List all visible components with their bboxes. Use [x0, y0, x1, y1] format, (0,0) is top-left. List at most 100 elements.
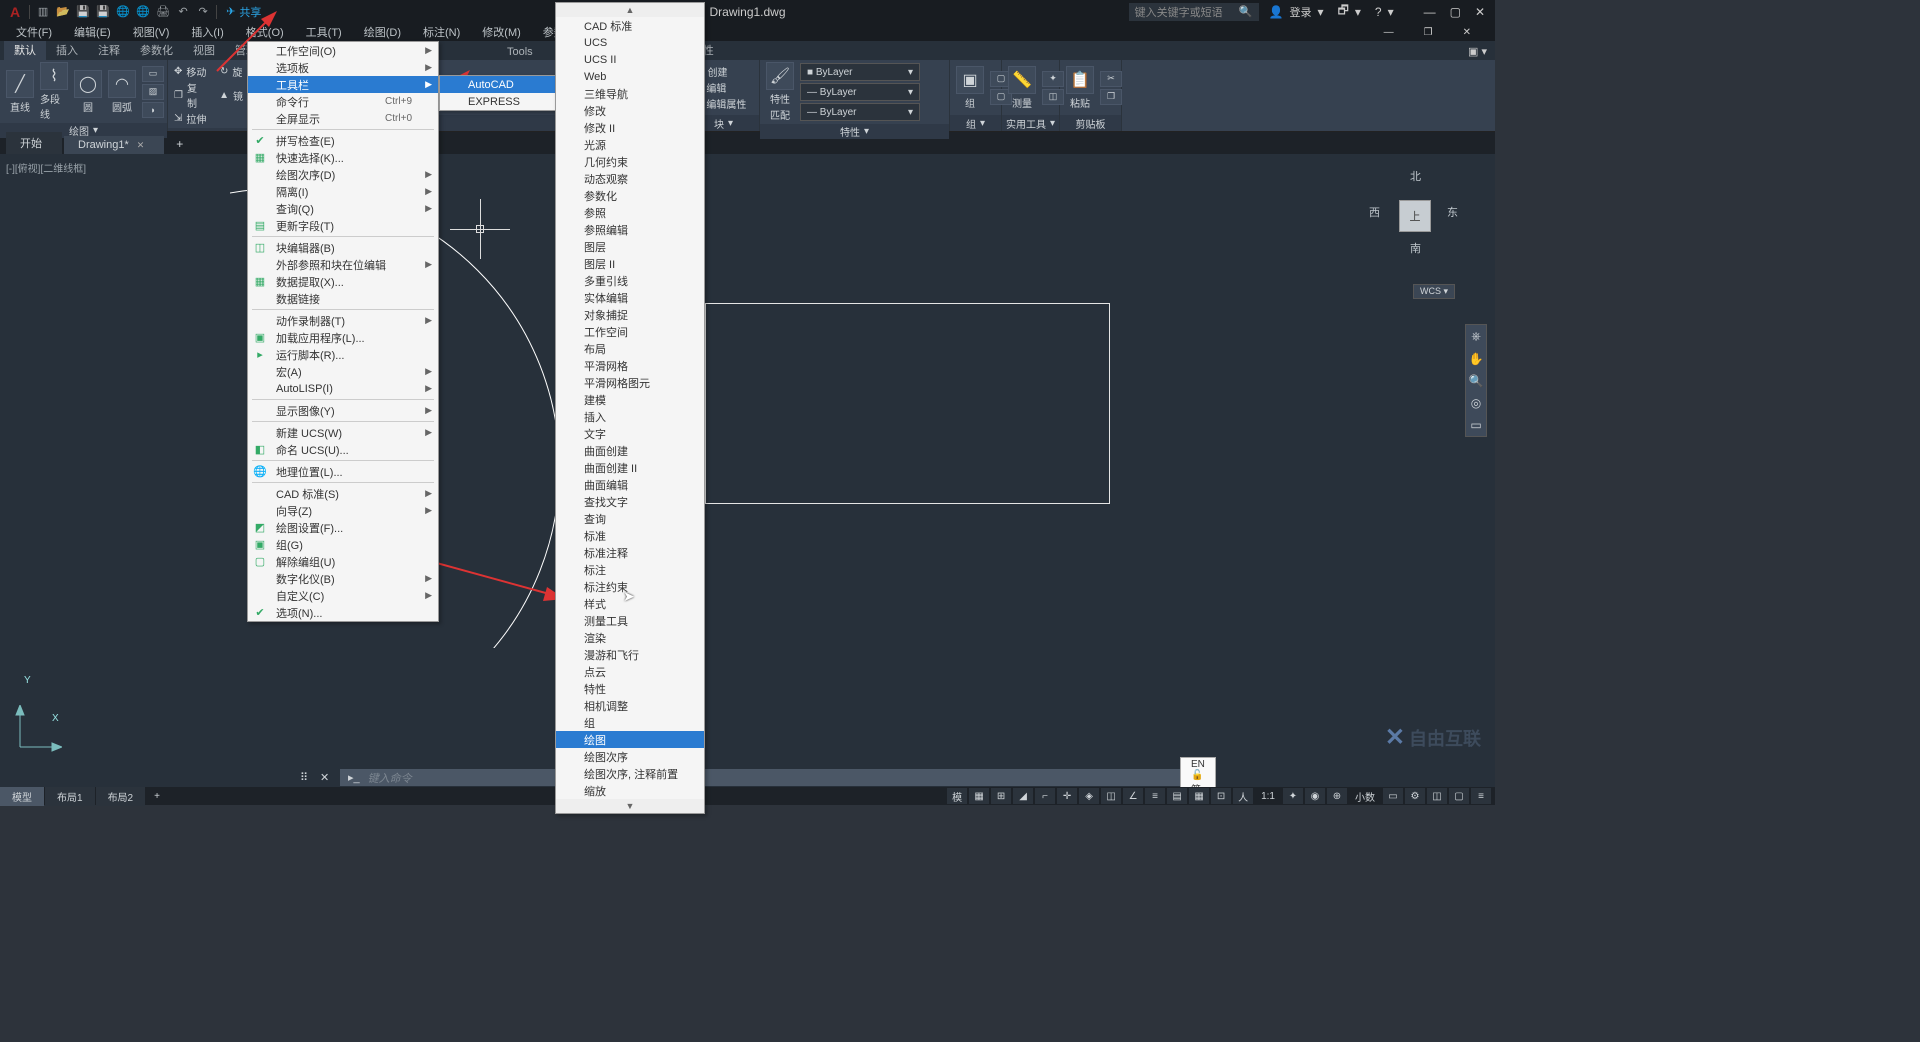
layout-add-button[interactable]: + [146, 789, 168, 804]
viewcube[interactable]: 上 北 南 西 东 [1365, 164, 1465, 264]
cmd-hatch[interactable]: ▨ [142, 84, 164, 100]
clean-toggle[interactable]: ▢ [1449, 788, 1469, 804]
toolbar-list-item[interactable]: 标准 [556, 527, 704, 544]
tpy-toggle[interactable]: ▤ [1167, 788, 1187, 804]
toolbar-list-item[interactable]: 动态观察 [556, 170, 704, 187]
command-input[interactable]: ▸_ 键入命令 [340, 769, 1180, 786]
menu-format[interactable]: 格式(O) [236, 23, 294, 41]
tools-menu-item[interactable]: ✔拼写检查(E) [248, 132, 438, 149]
toolbar-list-item[interactable]: 曲面创建 II [556, 459, 704, 476]
units-label[interactable]: 小数 [1349, 789, 1381, 804]
menu-draw[interactable]: 绘图(D) [354, 23, 411, 41]
toolbar-list-item[interactable]: UCS [556, 34, 704, 51]
toolbar-list-item[interactable]: 查找文字 [556, 493, 704, 510]
toolbar-list-item[interactable]: 参数化 [556, 187, 704, 204]
toolbar-list-item[interactable]: 漫游和飞行 [556, 646, 704, 663]
chevron-down-icon[interactable]: ▾ [1050, 118, 1055, 129]
tools-menu-item[interactable]: 工作空间(O)▶ [248, 42, 438, 59]
polar-toggle[interactable]: ✛ [1057, 788, 1077, 804]
cmd-handle-icon[interactable]: ⠿ [300, 771, 308, 784]
lineweight-combo[interactable]: — ByLayer▾ [800, 83, 920, 101]
tools-menu-item[interactable]: 工具栏▶ [248, 76, 438, 93]
cmd-circle[interactable]: ◯圆 [74, 70, 102, 114]
modelspace-button[interactable]: 模 [947, 788, 967, 804]
tools-menu-item[interactable]: 向导(Z)▶ [248, 502, 438, 519]
toolbar-list-item[interactable]: 曲面创建 [556, 442, 704, 459]
tools-menu-item[interactable]: ▸运行脚本(R)... [248, 346, 438, 363]
menu-insert[interactable]: 插入(I) [181, 23, 233, 41]
close-button[interactable]: ✕ [1475, 5, 1485, 19]
undo-icon[interactable]: ↶ [175, 4, 191, 20]
menu-view[interactable]: 视图(V) [123, 23, 180, 41]
ribbon-toggle-icon[interactable]: ▣ ▾ [1460, 43, 1495, 60]
sc-toggle[interactable]: ⊡ [1211, 788, 1231, 804]
ribtab-tools[interactable]: Tools [497, 44, 543, 60]
toolbar-list-item[interactable]: Web [556, 68, 704, 85]
tools-menu-item[interactable]: 数字化仪(B)▶ [248, 570, 438, 587]
toolbar-list-item[interactable]: 标准注释 [556, 544, 704, 561]
ribtab-annotate[interactable]: 注释 [88, 40, 130, 60]
toolbar-list-item[interactable]: 修改 II [556, 119, 704, 136]
drawing-canvas[interactable]: [-][俯视][二维线框] YX 上 北 南 西 东 WCS ▾ ⎈ ✋ 🔍 ◎… [0, 154, 1495, 768]
toolbar-list-item[interactable]: 实体编辑 [556, 289, 704, 306]
cmd-measure[interactable]: 📏测量 [1008, 66, 1036, 110]
tools-menu-item[interactable]: 自定义(C)▶ [248, 587, 438, 604]
ribtab-view[interactable]: 视图 [183, 40, 225, 60]
wcs-badge[interactable]: WCS ▾ [1413, 284, 1455, 299]
save-icon[interactable]: 💾 [75, 4, 91, 20]
maximize-button[interactable]: ▢ [1450, 5, 1461, 19]
toolbar-list-item[interactable]: 图层 II [556, 255, 704, 272]
cmd-copy[interactable]: ❐复制 ▲镜 [174, 80, 243, 110]
toolbar-list-item[interactable]: 修改 [556, 102, 704, 119]
cmd-polyline[interactable]: ⌇多段线 [40, 62, 68, 121]
toolbar-list-item[interactable]: 平滑网格 [556, 357, 704, 374]
tools-menu-item[interactable]: 数据链接 [248, 290, 438, 307]
grid-toggle[interactable]: ▦ [969, 788, 989, 804]
toolbar-list-item[interactable]: 多重引线 [556, 272, 704, 289]
fullnav-icon[interactable]: ⎈ [1471, 329, 1481, 344]
toolbar-list-item[interactable]: 缩放 [556, 782, 704, 799]
mdi-restore-button[interactable]: ❐ [1414, 26, 1443, 39]
tools-menu-item[interactable]: 宏(A)▶ [248, 363, 438, 380]
toolbar-list-item[interactable]: 点云 [556, 663, 704, 680]
toolbar-list-item[interactable]: 文字 [556, 425, 704, 442]
chevron-down-icon[interactable]: ▾ [980, 118, 985, 129]
menu-edit[interactable]: 编辑(E) [64, 23, 121, 41]
share-button[interactable]: ✈ 共享 [226, 4, 261, 20]
toolbar-list-item[interactable]: 绘图 [556, 731, 704, 748]
menu-modify[interactable]: 修改(M) [472, 23, 531, 41]
toolbar-list-item[interactable]: 渲染 [556, 629, 704, 646]
toolbar-list-item[interactable]: 图层 [556, 238, 704, 255]
toolbar-list-item[interactable]: 布局 [556, 340, 704, 357]
app-switch-icon[interactable]: 🗗 [1338, 1, 1349, 22]
toolbar-list-item[interactable]: 光源 [556, 136, 704, 153]
tab-start[interactable]: 开始 [6, 132, 62, 154]
cmd-paste[interactable]: 📋粘贴 [1066, 66, 1094, 110]
qp-toggle[interactable]: ▦ [1189, 788, 1209, 804]
viewcube-top-face[interactable]: 上 [1399, 200, 1431, 232]
mdi-minimize-button[interactable]: — [1374, 26, 1404, 39]
lwt-toggle[interactable]: ≡ [1145, 788, 1165, 804]
toolbar-list-item[interactable]: 组 [556, 714, 704, 731]
redo-icon[interactable]: ↷ [195, 4, 211, 20]
ribtab-insert[interactable]: 插入 [46, 40, 88, 60]
tools-menu-item[interactable]: 隔离(I)▶ [248, 183, 438, 200]
cmd-arc[interactable]: ◠圆弧 [108, 70, 136, 114]
tools-menu-item[interactable]: 新建 UCS(W)▶ [248, 424, 438, 441]
cmd-propsmatch[interactable]: 🖌特性匹配 [766, 62, 794, 122]
tools-menu-item[interactable]: 外部参照和块在位编辑▶ [248, 256, 438, 273]
toolbar-list-item[interactable]: 参照 [556, 204, 704, 221]
linetype-combo[interactable]: — ByLayer▾ [800, 103, 920, 121]
tools-menu-item[interactable]: AutoLISP(I)▶ [248, 380, 438, 397]
cmd-line[interactable]: ╱直线 [6, 70, 34, 114]
menu-dimension[interactable]: 标注(N) [413, 23, 470, 41]
tools-menu-item[interactable]: ▣组(G) [248, 536, 438, 553]
web-open-icon[interactable]: 🌐 [115, 4, 131, 20]
tools-menu-item[interactable]: ◫块编辑器(B) [248, 239, 438, 256]
tools-menu-item[interactable]: ◩绘图设置(F)... [248, 519, 438, 536]
mdi-close-button[interactable]: ✕ [1453, 26, 1481, 39]
account-button[interactable]: 👤登录▾ [1265, 4, 1328, 20]
plot-icon[interactable]: 🖨 [155, 4, 171, 20]
toolbar-list-item[interactable]: 几何约束 [556, 153, 704, 170]
menu-tools[interactable]: 工具(T) [296, 23, 352, 41]
